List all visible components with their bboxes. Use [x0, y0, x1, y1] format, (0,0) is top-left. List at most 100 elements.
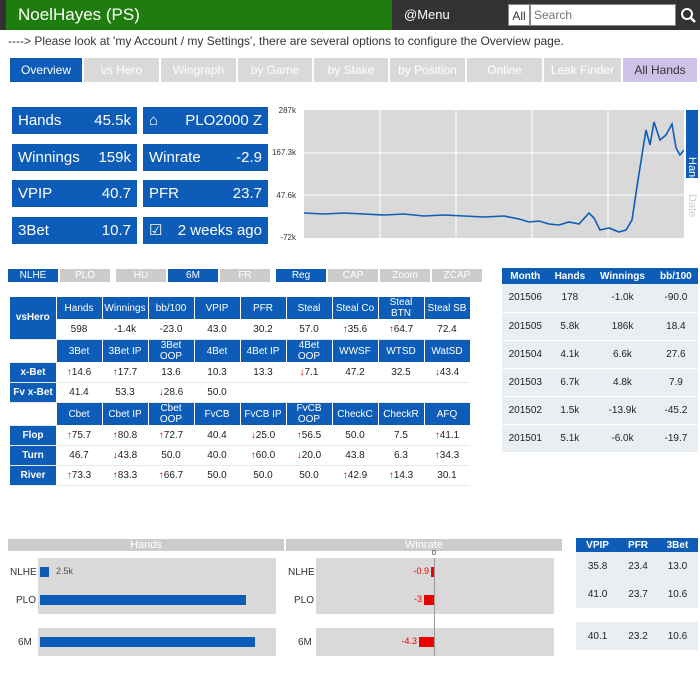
cell-value: 35.6: [347, 324, 368, 335]
hands-bar-area: [38, 558, 276, 614]
hands-section-title: Hands: [8, 539, 284, 551]
table-row[interactable]: 201503 6.7k 4.8k 7.9: [502, 368, 698, 397]
filter-cap[interactable]: CAP: [328, 269, 378, 282]
table-row[interactable]: 201505 5.8k 186k 18.4: [502, 312, 698, 341]
table-row[interactable]: 201502 1.5k -13.9k -45.2: [502, 396, 698, 425]
cell-value: 34.3: [439, 450, 460, 461]
cell: 13.6: [148, 362, 194, 383]
col-header: 3Bet IP: [101, 339, 149, 363]
filter-plo[interactable]: PLO: [60, 269, 110, 282]
cell: 50.0: [148, 445, 194, 466]
stat-game: ⌂ PLO2000 Z: [143, 107, 268, 134]
winrate-bar: [431, 567, 434, 577]
all-select[interactable]: All: [508, 4, 530, 26]
y-tick: 287k: [278, 106, 296, 115]
cell: ↑72.7: [148, 425, 194, 446]
col-header: PFR: [619, 538, 657, 552]
winnings-chart[interactable]: [303, 110, 685, 238]
tab-overview[interactable]: Overview: [10, 58, 83, 82]
cell-value: 56.5: [301, 430, 322, 441]
cell-value: 14.6: [71, 367, 92, 378]
filter-hu[interactable]: HU: [116, 269, 166, 282]
cell-value: 7.1: [304, 367, 319, 378]
cell: 50.0: [194, 465, 240, 486]
cell: 201506: [502, 284, 549, 313]
menu-button[interactable]: @Menu: [396, 0, 506, 30]
cell-value: 83.3: [117, 470, 138, 481]
filter-fr[interactable]: FR: [220, 269, 270, 282]
table-row[interactable]: 201504 4.1k 6.6k 27.6: [502, 340, 698, 369]
zero-tick: 0: [432, 550, 436, 557]
stat-value: -2.9: [236, 149, 262, 166]
col-header: 3Bet OOP: [147, 339, 195, 363]
row-label: Fv x-Bet: [10, 382, 56, 403]
cell: 30.2: [240, 319, 286, 340]
date-axis-toggle[interactable]: Date: [686, 178, 698, 234]
col-header: Month: [502, 268, 549, 284]
brand-title[interactable]: NoelHayes (PS): [6, 0, 392, 30]
tab-by-game[interactable]: by Game: [238, 58, 313, 82]
tab-by-stake[interactable]: by Stake: [314, 58, 389, 82]
search-input[interactable]: [530, 4, 676, 26]
hands-bar: [40, 595, 246, 605]
tab-leak-finder[interactable]: Leak Finder: [544, 58, 622, 82]
cell: ↑64.7: [378, 319, 424, 340]
row-label: Turn: [10, 445, 56, 466]
cell: 41.0: [576, 580, 620, 608]
filter-reg[interactable]: Reg: [276, 269, 326, 282]
hands-bar: [40, 567, 49, 577]
col-header: PFR: [239, 296, 287, 320]
zero-line: [434, 558, 435, 656]
cell: 7.5: [378, 425, 424, 446]
cell-value: 28.6: [163, 387, 184, 398]
tab-by-position[interactable]: by Position: [390, 58, 466, 82]
tab-vs-hero[interactable]: vs Hero: [84, 58, 160, 82]
filter-6m[interactable]: 6M: [168, 269, 218, 282]
filter-zcap[interactable]: ZCAP: [432, 269, 482, 282]
tab-online[interactable]: Online: [467, 58, 543, 82]
winrate-bar: [419, 637, 434, 647]
tab-all-hands[interactable]: All Hands: [623, 58, 698, 82]
stat-vpip: VPIP 40.7: [12, 180, 137, 207]
col-header: CheckR: [377, 402, 425, 426]
cell: 40.0: [194, 445, 240, 466]
cell: 10.3: [194, 362, 240, 383]
cell: 6.7k: [548, 368, 592, 397]
position-stats-table: VPIP PFR 3Bet 35.8 23.4 13.0 41.0 23.7 10.6 40…: [576, 538, 698, 650]
col-header: Cbet IP: [101, 402, 149, 426]
cell: 201502: [502, 396, 549, 425]
row-label: River: [10, 465, 56, 486]
table-row: [576, 608, 698, 622]
cell: 46.7: [56, 445, 102, 466]
winrate-label: -0.9: [413, 566, 429, 576]
cell: ↑60.0: [240, 445, 286, 466]
col-header: Hands: [55, 296, 103, 320]
table-row[interactable]: 201506 178 -1.0k -90.0: [502, 284, 698, 313]
stat-value: PLO2000 Z: [185, 112, 262, 129]
cell: 201504: [502, 340, 549, 369]
cell: ↓43.4: [424, 362, 470, 383]
stat-value: 10.7: [101, 222, 131, 239]
cell: 13.0: [656, 552, 698, 580]
cell: ↓25.0: [240, 425, 286, 446]
cell-value: 14.3: [393, 470, 414, 481]
table-row[interactable]: 201501 5.1k -6.0k -19.7: [502, 424, 698, 453]
col-header: VPIP: [193, 296, 241, 320]
stat-3bet: 3Bet 10.7: [12, 217, 137, 244]
stat-hands: Hands 45.5k: [12, 107, 137, 134]
cell: 598: [56, 319, 102, 340]
col-header: AFQ: [423, 402, 471, 426]
cell: ↑73.3: [56, 465, 102, 486]
cell: ↑14.3: [378, 465, 424, 486]
cell: 53.3: [102, 382, 148, 403]
filter-zoom[interactable]: Zoom: [380, 269, 430, 282]
stat-label: VPIP: [18, 185, 53, 202]
calendar-icon: ☑: [149, 222, 163, 239]
table-row: 35.8 23.4 13.0: [576, 552, 698, 580]
row-label: PLO: [294, 595, 315, 606]
search-icon[interactable]: [678, 4, 698, 26]
cell: -13.9k: [591, 396, 654, 425]
tab-wingraph[interactable]: Wingraph: [161, 58, 237, 82]
filter-nlhe[interactable]: NLHE: [8, 269, 58, 282]
col-header: Steal Co: [331, 296, 379, 320]
